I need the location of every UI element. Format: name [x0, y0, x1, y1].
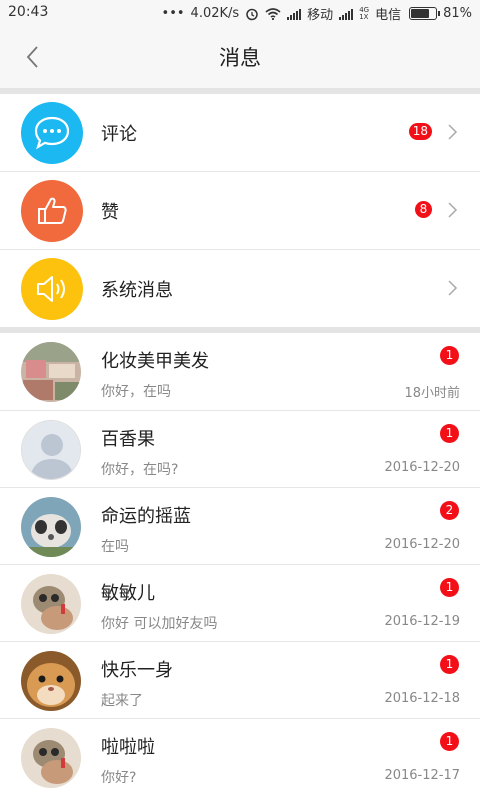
conversation-row[interactable]: 啦啦啦 你好? 2016-12-17 1 [0, 719, 480, 796]
contact-name: 百香果 [101, 429, 155, 450]
conversation-row[interactable]: 百香果 你好，在吗? 2016-12-20 1 [0, 411, 480, 488]
header: 消息 [0, 26, 480, 89]
unread-badge: 1 [440, 578, 459, 597]
lemur-photo-avatar [21, 728, 81, 788]
category-label: 赞 [101, 202, 119, 223]
status-time: 20:43 [8, 4, 49, 20]
message-time: 2016-12-20 [384, 460, 460, 475]
network-1x: 1X [359, 12, 369, 21]
contact-name: 啦啦啦 [101, 737, 155, 758]
comments-icon-circle [21, 102, 83, 164]
thumbs-up-icon [38, 197, 67, 224]
message-preview: 在吗 [101, 539, 129, 555]
unread-badge: 1 [440, 655, 459, 674]
message-time: 2016-12-17 [384, 768, 460, 783]
contact-name: 命运的摇蓝 [101, 506, 191, 527]
unread-badge: 2 [440, 501, 459, 520]
lemur-photo-avatar [21, 574, 81, 634]
page-title: 消息 [219, 46, 261, 70]
contact-name: 快乐一身 [101, 660, 173, 681]
message-time: 2016-12-18 [384, 691, 460, 706]
speaker-icon [37, 276, 65, 302]
unread-badge: 1 [440, 424, 459, 443]
battery-level: 81% [443, 6, 472, 21]
message-preview: 你好，在吗? [101, 462, 179, 478]
contact-name: 敏敏儿 [101, 583, 155, 604]
message-preview: 你好 可以加好友吗 [101, 616, 218, 632]
status-indicators: ••• 4.02K/s 移动 4G 1X 电信 81% [162, 4, 472, 23]
unread-badge: 18 [408, 123, 432, 140]
conversation-row[interactable]: 化妆美甲美发 你好，在吗 18小时前 1 [0, 333, 480, 410]
category-likes[interactable]: 赞 8 [0, 172, 480, 249]
alarm-icon [246, 8, 258, 20]
message-time: 18小时前 [404, 386, 460, 401]
unread-badge: 8 [415, 201, 432, 218]
message-time: 2016-12-20 [384, 537, 460, 552]
notification-dots: ••• [161, 6, 185, 21]
likes-icon-circle [21, 180, 83, 242]
message-preview: 你好? [101, 770, 137, 786]
system-icon-circle [21, 258, 83, 320]
category-comments[interactable]: 评论 18 [0, 94, 480, 171]
conversation-row[interactable]: 命运的摇蓝 在吗 2016-12-20 2 [0, 488, 480, 565]
carrier-1: 移动 [307, 8, 334, 23]
status-bar: 20:43 ••• 4.02K/s 移动 4G 1X 电信 81% [0, 0, 480, 26]
message-preview: 你好，在吗 [101, 384, 171, 400]
chevron-right-icon [448, 202, 458, 218]
message-preview: 起来了 [101, 693, 143, 709]
category-label: 评论 [101, 124, 137, 145]
battery-icon [409, 7, 441, 20]
contact-name: 化妆美甲美发 [101, 351, 209, 372]
unread-badge: 1 [440, 732, 459, 751]
category-system-messages[interactable]: 系统消息 [0, 250, 480, 327]
signal-icon-2 [339, 8, 354, 20]
hamster-photo-avatar [21, 651, 81, 711]
network-speed: 4.02K/s [190, 6, 240, 21]
chat-bubble-icon [34, 116, 70, 150]
network-type: 4G 1X [359, 6, 369, 21]
message-time: 2016-12-19 [384, 614, 460, 629]
signal-icon [287, 8, 302, 20]
conversation-row[interactable]: 快乐一身 起来了 2016-12-18 1 [0, 642, 480, 719]
unread-badge: 1 [440, 346, 459, 365]
chevron-right-icon [448, 280, 458, 296]
wifi-icon [265, 7, 281, 20]
chevron-right-icon [448, 124, 458, 140]
carrier-2: 电信 [375, 8, 402, 23]
animal-photo-avatar [21, 497, 81, 557]
conversation-row[interactable]: 敏敏儿 你好 可以加好友吗 2016-12-19 1 [0, 565, 480, 642]
default-user-avatar [21, 420, 81, 480]
shop-photo-avatar [21, 342, 81, 402]
category-label: 系统消息 [101, 280, 173, 301]
